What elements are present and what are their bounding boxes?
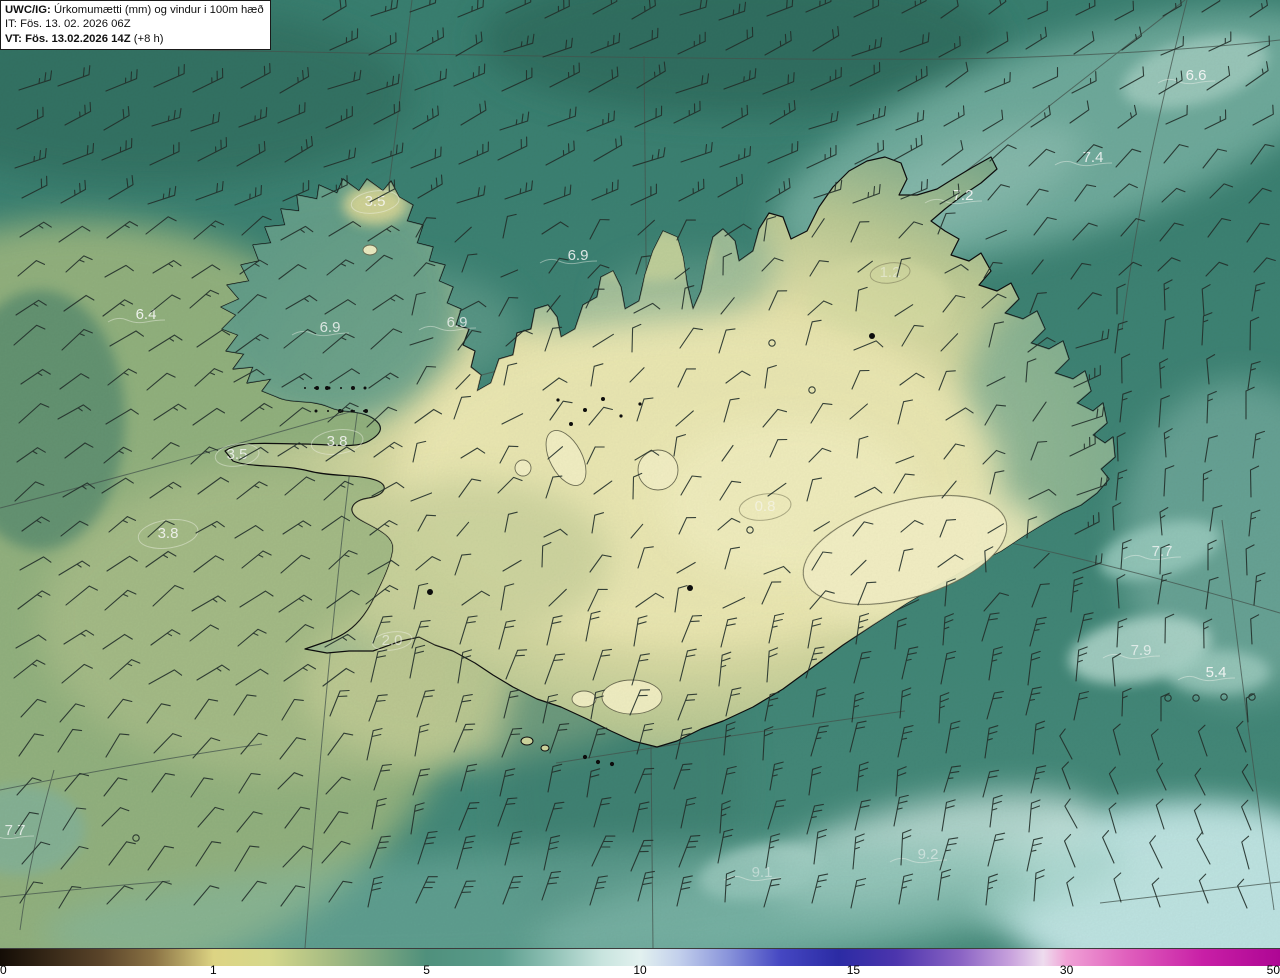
colorbar-tick: 0 — [0, 963, 7, 977]
colorbar-tick: 1 — [210, 963, 217, 977]
colorbar-tick: 50 — [1266, 963, 1280, 977]
valid-time: VT: Fös. 13.02.2026 14Z (+8 h) — [5, 32, 264, 46]
colorbar-tick-labels: 0 1 5 10 15 30 50 — [0, 963, 1280, 978]
weather-map-page: 6.6 7.4 7.2 3.5 6.9 6.4 6.9 6.9 1.2 3.8 3.5 3.8 0.8 7… — [0, 0, 1280, 978]
grain-overlay — [0, 0, 1280, 948]
colorbar: 0 1 5 10 15 30 50 — [0, 948, 1280, 978]
colorbar-tick: 15 — [846, 963, 861, 977]
init-time: IT: Fös. 13. 02. 2026 06Z — [5, 18, 131, 31]
map-title-box: UWC/IG: Úrkomumætti (mm) og vindur i 100… — [0, 0, 271, 51]
colorbar-tick: 10 — [633, 963, 647, 977]
valid-time-offset: (+8 h) — [130, 32, 164, 45]
weather-map-canvas: 6.67.47.23.56.96.46.9 6.91.23.83.53.80.87… — [0, 0, 1280, 948]
colorbar-tick: 5 — [423, 963, 430, 977]
product-prefix: UWC/IG: — [5, 4, 51, 16]
product-name: Úrkomumætti (mm) og vindur i 100m hæð — [50, 4, 264, 16]
valid-time-bold: VT: Fös. 13.02.2026 14Z — [5, 32, 131, 45]
product-title: UWC/IG: Úrkomumætti (mm) og vindur i 100… — [5, 3, 264, 17]
colorbar-tick: 30 — [1059, 963, 1074, 977]
